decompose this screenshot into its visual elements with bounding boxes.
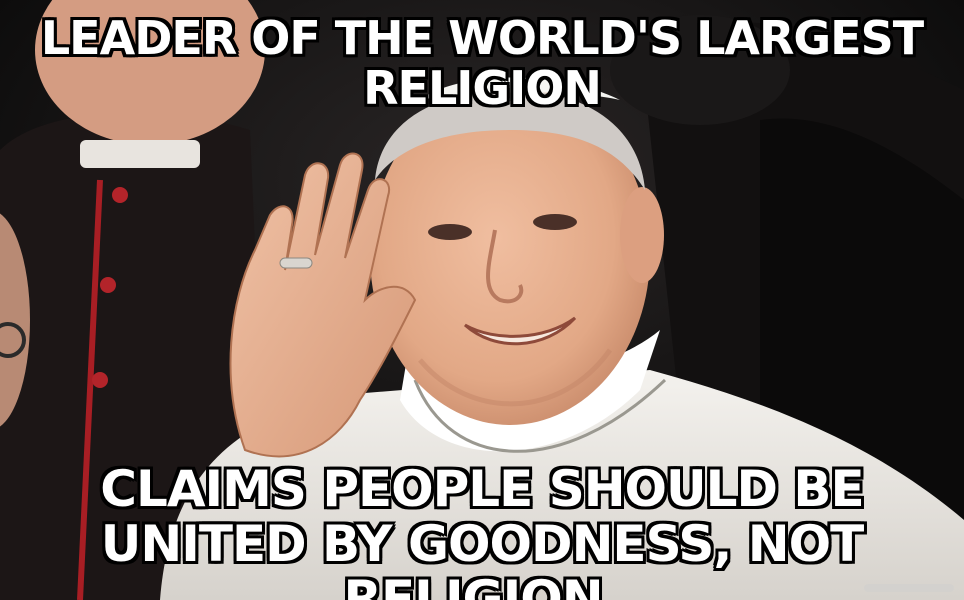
cleric-button: [112, 187, 128, 203]
meme-image: LEADER OF THE WORLD'S LARGEST RELIGION C…: [0, 0, 964, 600]
pope-eye-right: [533, 214, 577, 230]
pope-eye-left: [428, 224, 472, 240]
cleric-button: [100, 277, 116, 293]
cleric-collar: [80, 140, 200, 168]
bottom-caption: CLAIMS PEOPLE SHOULD BE UNITED BY GOODNE…: [100, 460, 864, 600]
ring: [279, 257, 313, 269]
cleric-button: [92, 372, 108, 388]
pope-ear: [620, 187, 664, 283]
imgflip-watermark-icon: [864, 584, 954, 592]
top-caption: LEADER OF THE WORLD'S LARGEST RELIGION: [40, 11, 924, 115]
